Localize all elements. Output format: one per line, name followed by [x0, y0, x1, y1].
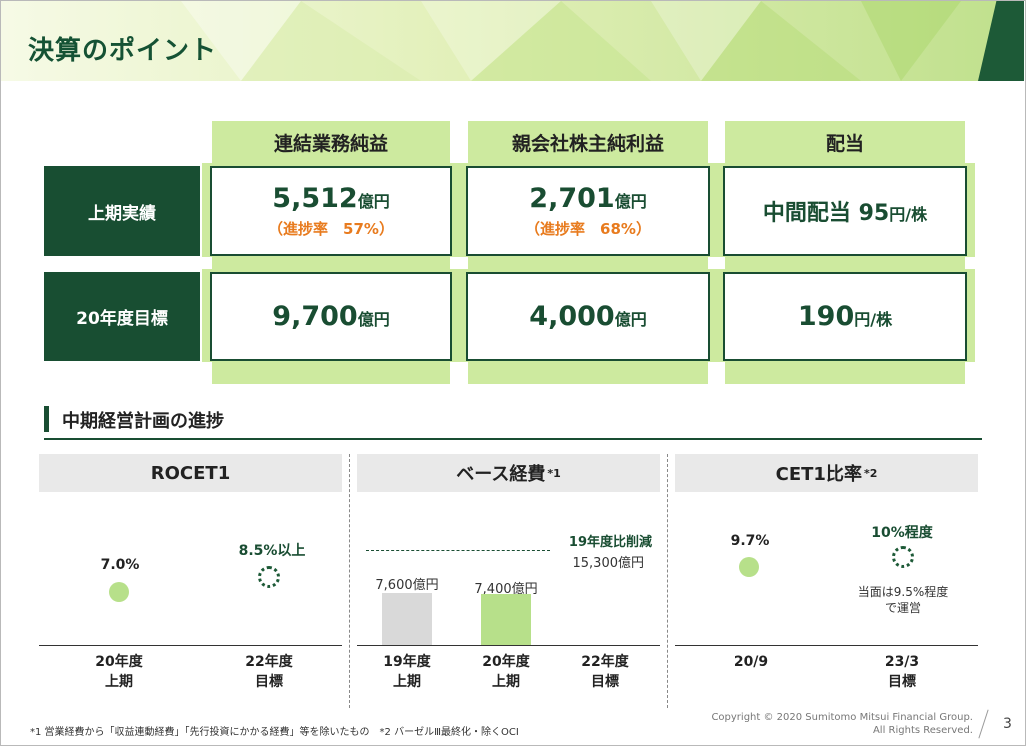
rocet1-actual-marker: [109, 582, 129, 602]
note-line2: で運営: [884, 601, 921, 615]
footnote-ref: *2: [863, 466, 878, 480]
rocet1-axis-label: 20年度上期: [74, 652, 164, 692]
bar-fy20-first-half: [481, 594, 531, 645]
copyright: Copyright © 2020 Sumitomo Mitsui Financi…: [700, 711, 973, 737]
section-underline: [44, 438, 982, 440]
column-header-net-income: 親会社株主純利益: [468, 121, 708, 163]
axis-line1: 19年度: [383, 654, 431, 670]
reduction-value: 15,300億円: [572, 556, 645, 571]
panel-divider: [349, 454, 350, 708]
cell-dividend-actual: 中間配当 95円/株: [723, 166, 967, 256]
rocet1-value-target: 8.5%以上: [238, 543, 306, 559]
axis-line2: 目標: [255, 674, 283, 690]
cet1-actual-marker: [739, 557, 759, 577]
section-title: 中期経営計画の進捗: [62, 411, 224, 432]
panel-header-cet1: CET1比率 *2: [675, 454, 978, 492]
panel-header-base-expense: ベース経費 *1: [357, 454, 660, 492]
value: 190: [797, 301, 855, 332]
expense-axis-label: 20年度上期: [461, 652, 551, 692]
cet1-axis-label: 20/9: [706, 652, 796, 672]
page-title: 決算のポイント: [28, 36, 218, 66]
cet1-axis-label: 23/3 目標: [857, 652, 947, 692]
note-line1: 当面は9.5%程度: [857, 585, 949, 599]
value: 95: [858, 201, 890, 226]
cell-net-income-target: 4,000億円: [466, 272, 710, 361]
axis-line1: 20年度: [95, 654, 143, 670]
rocet1-target-marker: [258, 566, 280, 588]
reduction-label: 19年度比削減: [568, 535, 652, 550]
cell-background: [725, 257, 965, 269]
page-number: 3: [1003, 716, 1012, 732]
footnote-ref: *1: [547, 466, 561, 480]
cell-operating-profit-actual: 5,512億円 （進捗率 57%）: [210, 166, 452, 256]
cell-net-income-actual: 2,701億円 （進捗率 68%）: [466, 166, 710, 256]
cell-operating-profit-target: 9,700億円: [210, 272, 452, 361]
cell-background: [212, 362, 450, 384]
column-header-operating-profit: 連結業務純益: [212, 121, 450, 163]
axis-line1: 22年度: [581, 654, 629, 670]
axis-line1: 22年度: [245, 654, 293, 670]
axis-line1: 20年度: [482, 654, 530, 670]
rocet1-axis-label: 22年度目標: [224, 652, 314, 692]
progress-rate: （進捗率 57%）: [268, 220, 394, 238]
expense-axis-label: 22年度目標: [560, 652, 650, 692]
footnote: *1 営業経費から「収益連動経費」「先行投資にかかる経費」等を除いたもの *2 …: [30, 727, 519, 738]
cet1-target-marker: [892, 546, 914, 568]
cet1-value-actual: 9.7%: [730, 533, 770, 549]
unit: 億円: [614, 310, 647, 329]
unit: 億円: [357, 192, 390, 211]
axis-line2: 上期: [393, 674, 421, 690]
cell-dividend-target: 190円/株: [723, 272, 967, 361]
axis-line2: 上期: [105, 674, 133, 690]
value: 2,701: [529, 183, 615, 214]
cet1-baseline: [675, 645, 978, 646]
cell-background: [468, 257, 708, 269]
bar-label-fy19: 7,600億円: [375, 578, 439, 593]
cet1-note: 当面は9.5%程度 で運営: [838, 584, 968, 616]
row-label-fy20-target: 20年度目標: [44, 272, 200, 361]
unit: 億円: [357, 310, 390, 329]
cell-background: [468, 362, 708, 384]
panel-header-rocet1: ROCET1: [39, 454, 342, 492]
value: 4,000: [529, 301, 615, 332]
value: 5,512: [272, 183, 358, 214]
value: 9,700: [272, 301, 358, 332]
rocet1-value-actual: 7.0%: [100, 557, 140, 573]
expense-axis-label: 19年度上期: [362, 652, 452, 692]
unit: 円/株: [889, 205, 928, 224]
cell-background: [725, 362, 965, 384]
section-marker: [44, 406, 49, 432]
dividend-prefix: 中間配当: [762, 201, 859, 226]
row-label-first-half-actual: 上期実績: [44, 166, 200, 256]
copyright-line1: Copyright © 2020 Sumitomo Mitsui Financi…: [711, 712, 973, 723]
rocet1-baseline: [39, 645, 342, 646]
panel-title: ROCET1: [150, 462, 231, 484]
reduction-dashed-line: [366, 550, 550, 551]
progress-rate: （進捗率 68%）: [525, 220, 651, 238]
panel-title: CET1比率: [775, 464, 862, 485]
axis-line2: 目標: [591, 674, 619, 690]
bar-fy19-first-half: [382, 593, 432, 645]
cell-background: [212, 257, 450, 269]
panel-divider: [667, 454, 668, 708]
axis-line2: 目標: [888, 674, 916, 690]
panel-title: ベース経費: [456, 464, 546, 485]
cet1-value-target: 10%程度: [871, 525, 933, 541]
axis-line1: 20/9: [733, 654, 769, 670]
unit: 円/株: [854, 310, 893, 329]
column-header-dividend: 配当: [725, 121, 965, 163]
unit: 億円: [614, 192, 647, 211]
axis-line1: 23/3: [884, 654, 920, 670]
copyright-line2: All Rights Reserved.: [872, 725, 973, 736]
expense-baseline: [357, 645, 660, 646]
axis-line2: 上期: [492, 674, 520, 690]
